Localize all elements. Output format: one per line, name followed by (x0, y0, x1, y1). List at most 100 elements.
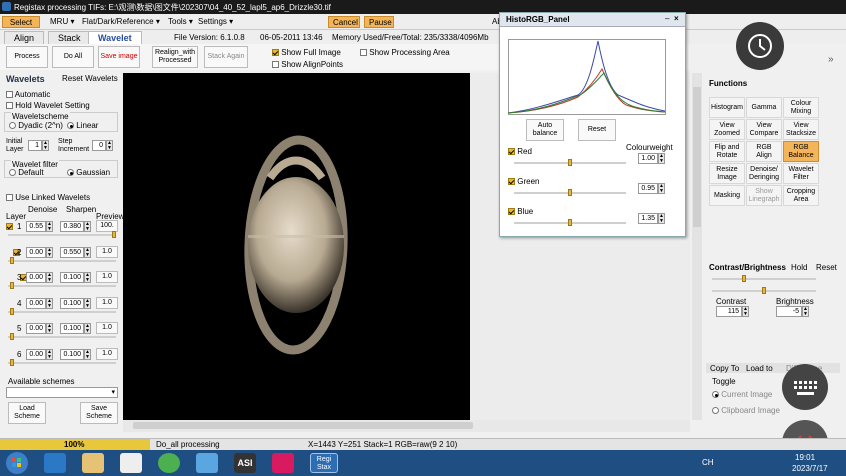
layer-sharpen-input[interactable]: 0.550 (60, 246, 84, 258)
layer-sharpen-input[interactable]: 0.100 (60, 348, 84, 360)
slider-thumb[interactable] (742, 275, 746, 282)
layer-preview-button[interactable]: 1.0 (96, 245, 118, 258)
screen-record-button[interactable] (736, 22, 784, 70)
automatic-checkbox[interactable]: Automatic (6, 90, 50, 99)
channel-weight-stepper[interactable]: ▲ ▼ (658, 153, 665, 164)
brightness-slider[interactable] (712, 287, 816, 294)
menu-tools[interactable]: Tools ▾ (164, 16, 197, 28)
layer-sharpen-stepper[interactable]: ▲ ▼ (84, 272, 91, 283)
step-increment-input[interactable]: 0 (92, 140, 106, 151)
clipboard-image-radio[interactable]: Clipboard Image (712, 406, 780, 415)
channel-weight-stepper[interactable]: ▲ ▼ (658, 213, 665, 224)
layer-denoise-stepper[interactable]: ▲ ▼ (46, 297, 53, 309)
layer-denoise-stepper[interactable]: ▲ ▼ (46, 323, 53, 334)
media-player-icon[interactable] (120, 453, 142, 473)
layer-slider[interactable] (8, 282, 116, 289)
contrast-slider[interactable] (712, 275, 816, 282)
slider-thumb[interactable] (568, 219, 572, 226)
layer-slider[interactable] (8, 333, 116, 340)
show-processing-area-checkbox[interactable]: Show Processing Area (360, 48, 450, 57)
layer-sharpen-input[interactable]: 0.380 (60, 221, 84, 232)
layer-slider[interactable] (8, 307, 116, 315)
layer-slider[interactable] (8, 256, 116, 264)
dyadic-radio[interactable]: Dyadic (2^n) (9, 121, 63, 130)
language-indicator[interactable]: CH (702, 458, 714, 467)
pause-button[interactable]: Pause (364, 16, 394, 28)
step-increment-stepper[interactable]: ▲ ▼ (106, 140, 113, 151)
initial-layer-input[interactable]: 1 (28, 140, 42, 151)
slider-thumb[interactable] (112, 231, 116, 238)
channel-red-slider[interactable] (514, 159, 626, 166)
cancel-button[interactable]: Cancel (328, 16, 360, 28)
minimize-icon[interactable]: – (665, 14, 669, 23)
function-button-flip-and-rotate[interactable]: Flip and Rotate (709, 141, 745, 162)
stack-again-button[interactable]: Stack Again (204, 46, 248, 68)
slider-thumb[interactable] (10, 333, 14, 340)
channel-red-checkbox[interactable]: Red (508, 147, 532, 156)
function-button-masking[interactable]: Masking (709, 185, 745, 206)
slider-thumb[interactable] (568, 159, 572, 166)
function-button-wavelet-filter[interactable]: Wavelet Filter (783, 163, 819, 184)
layer-sharpen-input[interactable]: 0.100 (60, 297, 84, 309)
show-full-image-checkbox[interactable]: Show Full Image (272, 48, 341, 57)
do-all-button[interactable]: Do All (52, 46, 94, 68)
layer-denoise-stepper[interactable]: ▲ ▼ (46, 348, 53, 360)
slider-thumb[interactable] (10, 358, 14, 366)
layer-sharpen-stepper[interactable]: ▲ ▼ (84, 221, 91, 232)
layer-sharpen-stepper[interactable]: ▲ ▼ (84, 297, 91, 309)
slider-thumb[interactable] (10, 256, 14, 264)
function-button-view-zoomed[interactable]: View Zoomed (709, 119, 745, 140)
layer-enable-checkbox[interactable] (6, 223, 13, 231)
clock-date[interactable]: 2023/7/17 (792, 464, 828, 473)
channel-blue-weight-input[interactable]: 1.35 (638, 213, 658, 224)
panel-vertical-scrollbar[interactable] (692, 73, 702, 420)
layer-sharpen-stepper[interactable]: ▲ ▼ (84, 323, 91, 334)
layer-sharpen-stepper[interactable]: ▲ ▼ (84, 246, 91, 258)
channel-green-slider[interactable] (514, 189, 626, 196)
menu-settings[interactable]: Settings ▾ (194, 16, 237, 28)
brightness-input[interactable]: -5 (776, 306, 802, 317)
contrast-hold-button[interactable]: Hold (791, 263, 807, 272)
available-schemes-select[interactable]: ▾ (6, 387, 118, 398)
asi-app-icon[interactable]: ASI (234, 453, 256, 473)
media-app-icon[interactable] (272, 453, 294, 473)
layer-sharpen-stepper[interactable]: ▲ ▼ (84, 348, 91, 360)
registax-app-icon[interactable]: Regi Stax (310, 453, 338, 473)
layer-denoise-input[interactable]: 0.55 (26, 221, 46, 232)
channel-blue-checkbox[interactable]: Blue (508, 207, 533, 216)
initial-layer-stepper[interactable]: ▲ ▼ (42, 140, 49, 151)
tab-wavelet[interactable]: Wavelet (88, 31, 142, 44)
function-button-rgb-align[interactable]: RGB Align (746, 141, 782, 162)
function-button-colour-mixing[interactable]: Colour Mixing (783, 97, 819, 118)
ie-icon[interactable] (44, 453, 66, 473)
start-button[interactable] (6, 452, 28, 474)
current-image-radio[interactable]: Current Image (712, 390, 772, 399)
layer-preview-button[interactable]: 1.0 (96, 322, 118, 334)
channel-green-checkbox[interactable]: Green (508, 177, 539, 186)
contrast-input[interactable]: 115 (716, 306, 742, 317)
image-viewer[interactable] (123, 73, 470, 420)
scrollbar-thumb[interactable] (693, 87, 701, 227)
layer-denoise-stepper[interactable]: ▲ ▼ (46, 272, 53, 283)
contrast-stepper[interactable]: ▲ ▼ (742, 306, 749, 317)
realign-processed-button[interactable]: Realign_with Processed (152, 46, 198, 68)
gaussian-filter-radio[interactable]: Gaussian (67, 168, 110, 177)
function-button-view-stacksize[interactable]: View Stacksize (783, 119, 819, 140)
brightness-stepper[interactable]: ▲ ▼ (802, 306, 809, 317)
clock-time[interactable]: 19:01 (795, 453, 815, 462)
function-button-gamma[interactable]: Gamma (746, 97, 782, 118)
hold-wavelet-checkbox[interactable]: Hold Wavelet Setting (6, 101, 90, 110)
load-to-button[interactable]: Load to (746, 364, 773, 373)
channel-blue-slider[interactable] (514, 219, 626, 226)
close-icon[interactable]: × (674, 14, 679, 23)
layer-denoise-input[interactable]: 0.00 (26, 297, 46, 309)
double-chevron-right-icon[interactable]: » (828, 54, 840, 66)
function-button-denoise-deringing[interactable]: Denoise/ Deringing (746, 163, 782, 184)
network-app-icon[interactable] (196, 453, 218, 473)
menu-select[interactable]: Select (2, 16, 40, 28)
layer-slider[interactable] (8, 231, 116, 238)
auto-balance-button[interactable]: Auto balance (526, 119, 564, 141)
layer-denoise-stepper[interactable]: ▲ ▼ (46, 221, 53, 232)
function-button-histogram[interactable]: Histogram (709, 97, 745, 118)
reset-wavelets-button[interactable]: Reset Wavelets (62, 74, 118, 83)
